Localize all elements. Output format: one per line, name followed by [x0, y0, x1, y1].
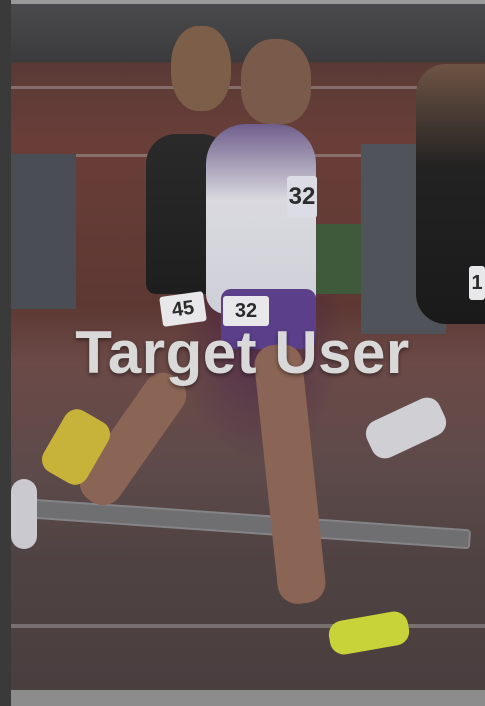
runner-shoe [11, 479, 37, 549]
lane-line [11, 624, 485, 628]
steeplechase-barrier [30, 498, 472, 550]
runner-shoe [361, 392, 451, 464]
runner-shoe [326, 609, 412, 657]
track-barrier-block [11, 154, 76, 309]
target-user-card[interactable]: 45 1 32 32 Target User [0, 0, 485, 706]
card-title: Target User [75, 319, 410, 386]
bib-number-right: 1 [469, 266, 485, 300]
bib-number-chest: 32 [287, 176, 317, 218]
runner-main-body [206, 124, 316, 314]
runner-main-head [241, 39, 311, 124]
runner-back-head [171, 26, 231, 111]
bottom-bar [11, 690, 485, 706]
